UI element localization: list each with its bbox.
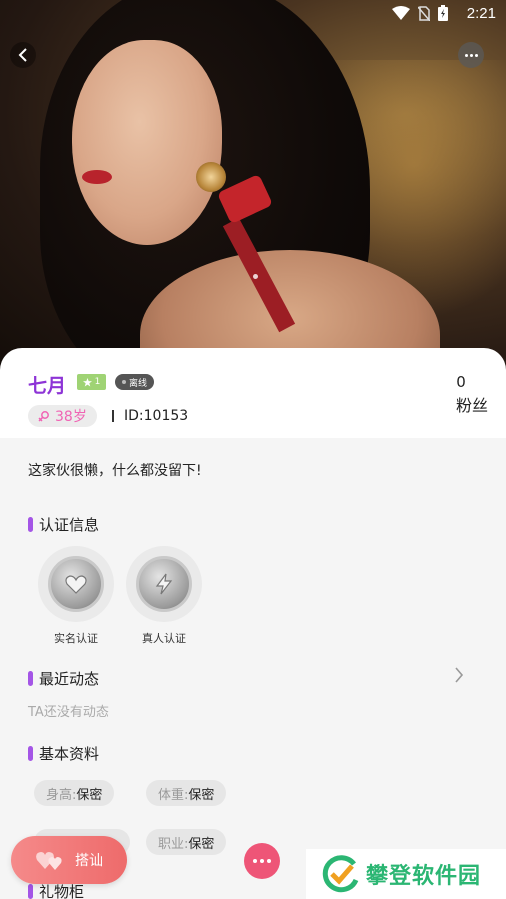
user-id: ID:10153 [124, 408, 189, 424]
battery-icon [438, 5, 448, 21]
fans-label[interactable]: 粉丝 [456, 392, 488, 416]
real-name-verification-badge[interactable] [38, 546, 114, 622]
gender-age-badge: 38岁 [28, 405, 97, 427]
watermark-logo-icon [322, 855, 359, 893]
age-text: 38岁 [55, 409, 87, 425]
status-time: 2:21 [466, 5, 496, 22]
level-badge: 1 [77, 374, 106, 390]
user-signature: 这家伙很懒，什么都没留下! [28, 463, 202, 479]
chat-up-label: 搭讪 [75, 853, 103, 869]
wifi-icon [392, 6, 410, 20]
female-icon [38, 411, 49, 422]
moments-section-title[interactable]: 最近动态 [28, 668, 99, 689]
watermark: 攀登软件园 [306, 849, 506, 899]
level-value: 1 [94, 377, 101, 387]
chat-up-button[interactable]: 搭讪 [11, 836, 127, 884]
watermark-text: 攀登软件园 [366, 864, 482, 889]
basic-info-section-title: 基本资料 [28, 743, 99, 764]
user-name: 七月 [28, 375, 67, 397]
no-sim-icon [418, 5, 430, 21]
more-options-button[interactable] [458, 42, 484, 68]
carousel-indicator [253, 274, 258, 279]
chat-bubble-icon [253, 859, 257, 863]
hearts-icon [36, 852, 62, 870]
profile-card: 七月 1 离线 38岁 ID:10153 0 粉丝 [0, 348, 506, 438]
star-icon [82, 377, 92, 387]
fans-count[interactable]: 0 [446, 373, 476, 391]
chevron-right-icon[interactable] [454, 667, 464, 683]
divider [112, 410, 114, 422]
online-status-badge: 离线 [115, 374, 155, 390]
weight-info: 体重: 保密 [146, 780, 227, 806]
online-status-text: 离线 [129, 378, 148, 389]
height-info: 身高: 保密 [34, 780, 115, 806]
real-person-verification-label: 真人认证 [142, 632, 186, 645]
real-person-verification-badge[interactable] [126, 546, 202, 622]
chevron-left-icon [18, 48, 27, 62]
profile-page: 2:21 七月 1 离线 38岁 ID:10153 0 粉丝 这家伙很懒，什么都… [0, 0, 506, 899]
profile-photo[interactable] [0, 0, 506, 380]
lightning-icon [155, 573, 173, 595]
moments-empty-text: TA还没有动态 [28, 705, 109, 720]
back-button[interactable] [10, 42, 36, 68]
status-bar: 2:21 [0, 0, 506, 28]
occupation-info: 职业: 保密 [146, 829, 227, 855]
verification-section-title: 认证信息 [28, 514, 99, 535]
message-button[interactable] [244, 843, 280, 879]
real-name-verification-label: 实名认证 [54, 632, 98, 645]
more-icon [464, 53, 468, 57]
heart-shield-icon [65, 575, 87, 594]
